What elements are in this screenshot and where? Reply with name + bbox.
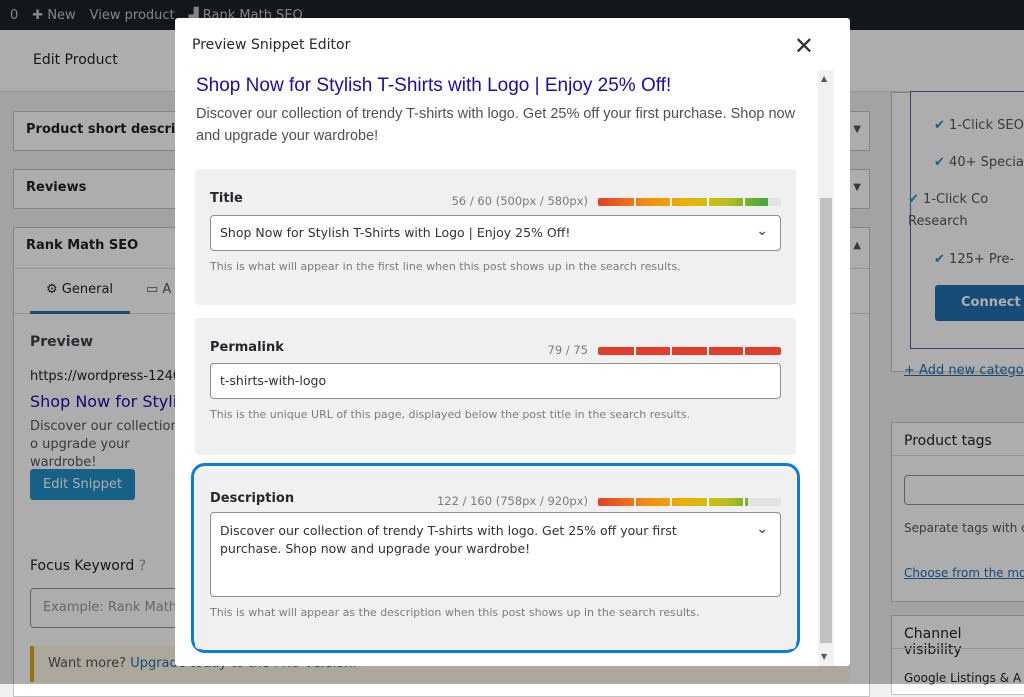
close-icon[interactable]: ✕: [794, 32, 814, 60]
description-textarea[interactable]: Discover our collection of trendy T-shir…: [210, 512, 781, 597]
bar-separator: [670, 347, 673, 355]
preview-description: Discover our collection of trendy T-shir…: [196, 106, 796, 144]
permalink-section: Permalink 79 / 75 t-shirts-with-logo Thi…: [195, 318, 796, 455]
preview-title: Shop Now for Stylish T-Shirts with Logo …: [196, 75, 672, 96]
bar-separator: [706, 498, 709, 506]
chevron-down-icon[interactable]: ⌄: [756, 520, 768, 538]
scroll-down-icon[interactable]: ▼: [821, 652, 827, 661]
description-length-fill: [598, 498, 749, 506]
description-length-bar: [598, 498, 781, 506]
title-value: Shop Now for Stylish T-Shirts with Logo …: [220, 225, 571, 240]
permalink-value: t-shirts-with-logo: [220, 373, 327, 388]
description-section: Description 122 / 160 (758px / 920px) Di…: [195, 469, 796, 649]
permalink-length-fill: [598, 347, 781, 355]
bar-separator: [743, 347, 746, 355]
title-section: Title 56 / 60 (500px / 580px) Shop Now f…: [195, 169, 796, 305]
permalink-input[interactable]: t-shirts-with-logo: [210, 363, 781, 399]
bar-separator: [706, 198, 709, 206]
bar-separator: [743, 498, 746, 506]
title-length-bar: [598, 198, 781, 206]
chevron-down-icon[interactable]: ⌄: [756, 223, 768, 239]
title-label: Title: [210, 191, 243, 206]
title-count: 56 / 60 (500px / 580px): [451, 194, 588, 208]
scroll-up-icon[interactable]: ▲: [821, 74, 827, 83]
description-help: This is what will appear as the descript…: [210, 606, 700, 619]
title-input[interactable]: Shop Now for Stylish T-Shirts with Logo …: [210, 215, 781, 251]
permalink-label: Permalink: [210, 340, 284, 355]
title-help: This is what will appear in the first li…: [210, 260, 681, 273]
permalink-length-bar: [598, 347, 781, 355]
bar-separator: [633, 198, 636, 206]
bar-separator: [706, 347, 709, 355]
bar-separator: [633, 347, 636, 355]
modal-title: Preview Snippet Editor: [192, 37, 351, 53]
description-label: Description: [210, 491, 295, 506]
bar-separator: [743, 198, 746, 206]
description-value: Discover our collection of trendy T-shir…: [220, 523, 677, 556]
bar-separator: [670, 198, 673, 206]
scrollbar[interactable]: ▲ ▼: [818, 70, 834, 666]
bar-separator: [633, 498, 636, 506]
preview-snippet-editor-modal: Preview Snippet Editor ✕ ▲ ▼ Shop Now fo…: [175, 18, 850, 666]
description-count: 122 / 160 (758px / 920px): [436, 494, 588, 508]
permalink-count: 79 / 75: [547, 343, 588, 357]
scrollbar-thumb[interactable]: [820, 198, 832, 643]
bar-separator: [670, 498, 673, 506]
permalink-help: This is the unique URL of this page, dis…: [210, 408, 691, 421]
